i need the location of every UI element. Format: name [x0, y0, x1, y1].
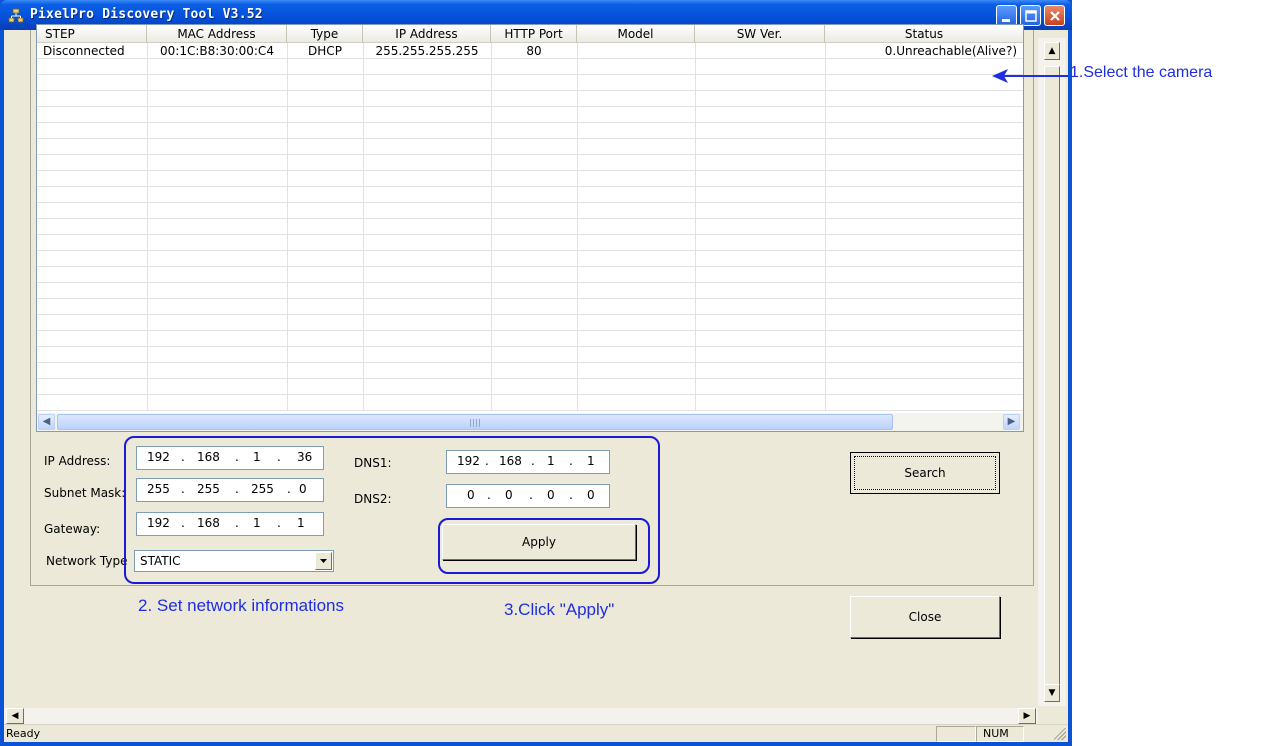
select-camera-annotation: 1.Select the camera [1070, 64, 1213, 81]
scroll-right-icon[interactable]: ▶ [1018, 708, 1036, 724]
cell-type: DHCP [308, 44, 342, 58]
column-header-step[interactable]: STEP [37, 25, 147, 43]
scroll-left-icon[interactable]: ◀ [38, 414, 55, 430]
cell-port: 80 [526, 44, 542, 58]
scroll-right-icon[interactable]: ▶ [1003, 414, 1020, 430]
cell-mac: 00:1C:B8:30:00:C4 [160, 44, 274, 58]
network-type-label: Network Type [46, 554, 128, 568]
column-header-status[interactable]: Status [825, 25, 1023, 43]
click-apply-annotation: 3.Click "Apply" [504, 600, 615, 619]
camera-list[interactable]: STEP MAC Address Type IP Address HTTP Po… [36, 24, 1024, 432]
cell-ip: 255.255.255.255 [375, 44, 479, 58]
column-header-type[interactable]: Type [287, 25, 363, 43]
column-header-port[interactable]: HTTP Port [491, 25, 577, 43]
app-window: PixelPro Discovery Tool V3.52 STEP MAC A… [0, 0, 1072, 746]
set-network-annotation: 2. Set network informations [138, 596, 344, 615]
gateway-label: Gateway: [44, 522, 101, 536]
list-scroll-thumb[interactable] [57, 414, 893, 430]
status-panel-empty [936, 726, 976, 742]
status-text: Ready [6, 727, 41, 740]
list-rows: Disconnected 00:1C:B8:30:00:C4 DHCP 255.… [37, 43, 1023, 411]
list-header: STEP MAC Address Type IP Address HTTP Po… [37, 25, 1023, 43]
window-horizontal-scrollbar[interactable]: ◀ ▶ [4, 708, 1038, 724]
status-bar: Ready NUM [4, 724, 1068, 742]
subnet-mask-label: Subnet Mask: [44, 486, 126, 500]
ip-address-label: IP Address: [44, 454, 111, 468]
cell-status: 0.Unreachable(Alive?) [884, 44, 1017, 58]
client-area: STEP MAC Address Type IP Address HTTP Po… [4, 24, 1068, 742]
dialog-frame: STEP MAC Address Type IP Address HTTP Po… [4, 24, 1066, 706]
column-header-mac[interactable]: MAC Address [147, 25, 287, 43]
window-vertical-scrollbar[interactable]: ▲ ▼ [1038, 38, 1066, 706]
cell-model [577, 43, 695, 59]
cell-sw [695, 43, 825, 59]
column-header-model[interactable]: Model [577, 25, 695, 43]
network-app-icon [8, 8, 24, 23]
column-header-sw[interactable]: SW Ver. [695, 25, 825, 43]
cell-step: Disconnected [43, 44, 125, 58]
arrow-left-icon [992, 69, 1068, 83]
maximize-button[interactable] [1020, 5, 1041, 26]
scroll-up-icon[interactable]: ▲ [1044, 42, 1060, 60]
resize-grip-icon[interactable] [1054, 728, 1066, 740]
search-button[interactable]: Search [850, 452, 1000, 494]
apply-highlight [438, 518, 650, 574]
table-row[interactable]: Disconnected 00:1C:B8:30:00:C4 DHCP 255.… [37, 43, 1023, 59]
close-button[interactable]: Close [850, 596, 1000, 638]
num-lock-indicator: NUM [976, 726, 1024, 742]
window-scroll-thumb[interactable] [1044, 66, 1060, 700]
scroll-down-icon[interactable]: ▼ [1044, 684, 1060, 702]
scroll-left-icon[interactable]: ◀ [6, 708, 24, 724]
column-header-ip[interactable]: IP Address [363, 25, 491, 43]
window-title: PixelPro Discovery Tool V3.52 [30, 7, 263, 22]
close-window-button[interactable] [1044, 5, 1065, 26]
list-horizontal-scrollbar[interactable]: ◀ ▶ [37, 413, 1023, 431]
minimize-button[interactable] [996, 5, 1017, 26]
